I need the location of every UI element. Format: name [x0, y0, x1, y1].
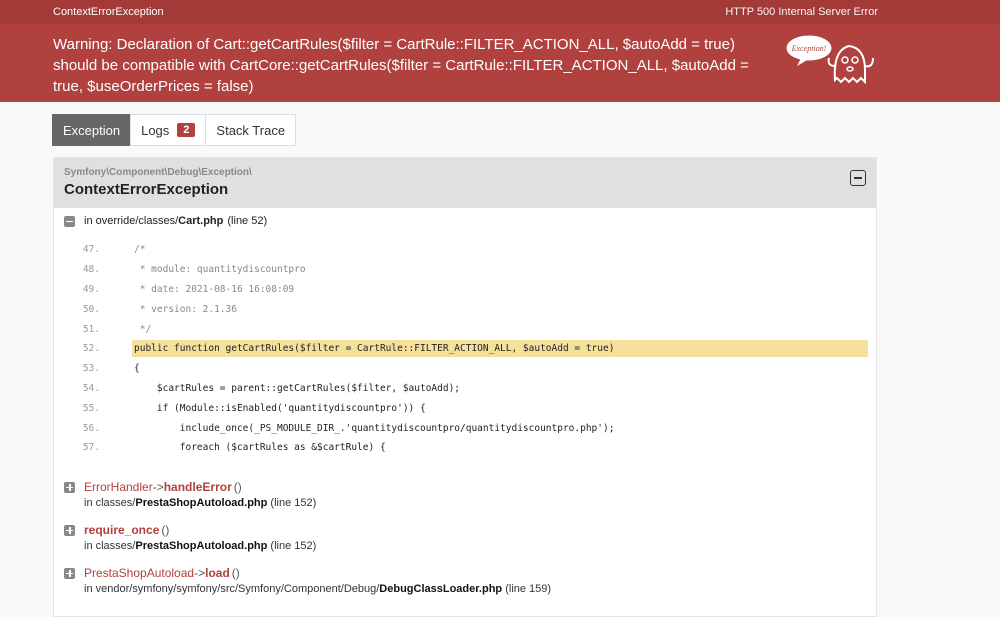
code-line: 53. {: [54, 359, 876, 379]
collapse-code-icon[interactable]: [64, 215, 75, 227]
code-text: include_once(_PS_MODULE_DIR_.'quantitydi…: [134, 422, 615, 434]
expand-trace-icon[interactable]: [64, 524, 75, 536]
line-number: 49.: [82, 283, 100, 295]
exception-name: ContextErrorException: [53, 6, 164, 18]
code-text: /*: [134, 244, 146, 256]
error-message: Warning: Declaration of Cart::getCartRul…: [53, 36, 749, 95]
trace-function: load: [205, 566, 230, 580]
tab-exception[interactable]: Exception: [52, 114, 132, 146]
code-line: 50. * version: 2.1.36: [54, 299, 876, 319]
code-text: $cartRules = parent::getCartRules($filte…: [134, 382, 461, 394]
tab-logs-label: Logs: [141, 122, 170, 138]
collapse-toggle-button[interactable]: [850, 170, 866, 186]
trace-item: PrestaShopAutoload -> load () in vendor/…: [64, 566, 551, 595]
trace-file: in classes/PrestaShopAutoload.php (line …: [84, 497, 316, 509]
code-line: 54. $cartRules = parent::getCartRules($f…: [54, 379, 876, 399]
location-file: Cart.php: [178, 215, 224, 227]
trace-function: require_once: [84, 523, 160, 537]
trace-class: PrestaShopAutoload: [84, 566, 195, 580]
trace-arrow: ->: [194, 566, 206, 580]
trace-item: require_once () in classes/PrestaShopAut…: [64, 523, 316, 552]
line-number: 51.: [82, 323, 100, 335]
line-number: 48.: [82, 264, 100, 276]
trace-file-name: PrestaShopAutoload.php: [135, 540, 268, 552]
trace-file-name: PrestaShopAutoload.php: [135, 497, 268, 509]
trace-file-name: DebugClassLoader.php: [379, 583, 503, 595]
code-text: * version: 2.1.36: [134, 303, 237, 315]
code-line: 47. /*: [54, 240, 876, 260]
http-status: HTTP 500 Internal Server Error: [725, 6, 878, 18]
code-line: 56. include_once(_PS_MODULE_DIR_.'quanti…: [54, 418, 876, 438]
tab-stack-trace[interactable]: Stack Trace: [205, 114, 297, 146]
code-text: * date: 2021-08-16 16:08:09: [134, 283, 295, 295]
exception-ghost-icon: Exception!: [786, 35, 874, 85]
trace-file-prefix: in classes/: [84, 540, 136, 552]
error-header: ContextErrorException HTTP 500 Internal …: [0, 0, 1000, 102]
exception-namespace: Symfony\Component\Debug\Exception\: [64, 167, 252, 178]
line-number: 50.: [82, 303, 100, 315]
trace-function: handleError: [163, 480, 232, 494]
line-number: 56.: [82, 422, 100, 434]
line-number: 57.: [82, 442, 100, 454]
trace-file-line: (line 152): [270, 540, 317, 552]
line-number: 47.: [82, 244, 100, 256]
trace-arrow: ->: [152, 480, 164, 494]
exception-location: in override/classes/Cart.php (line 52): [64, 215, 267, 227]
code-line: 57. foreach ($cartRules as &$cartRule) {: [54, 438, 876, 458]
exception-panel: Symfony\Component\Debug\Exception\ Conte…: [53, 157, 877, 617]
code-line: 48. * module: quantitydiscountpro: [54, 260, 876, 280]
code-text: if (Module::isEnabled('quantitydiscountp…: [134, 402, 426, 414]
trace-parens: (): [161, 523, 170, 537]
code-text: */: [134, 323, 152, 335]
tab-exception-label: Exception: [63, 122, 121, 138]
expand-trace-icon[interactable]: [64, 481, 75, 493]
code-text: foreach ($cartRules as &$cartRule) {: [134, 442, 386, 454]
line-number: 52.: [82, 343, 100, 355]
line-number: 55.: [82, 402, 100, 414]
line-number: 53.: [82, 363, 100, 375]
tab-logs[interactable]: Logs 2: [130, 114, 207, 146]
ghost-speech-text: Exception!: [791, 44, 827, 53]
trace-file-line: (line 152): [270, 497, 317, 509]
trace-class: ErrorHandler: [84, 480, 153, 494]
exception-heading: Symfony\Component\Debug\Exception\ Conte…: [54, 158, 876, 208]
header-bar: ContextErrorException HTTP 500 Internal …: [0, 0, 1000, 24]
logs-count-badge: 2: [177, 123, 196, 137]
trace-parens: (): [233, 480, 242, 494]
trace-item: ErrorHandler -> handleError () in classe…: [64, 480, 316, 509]
code-snippet: 47./* 48. * module: quantitydiscountpro …: [54, 240, 876, 458]
code-line: 51. */: [54, 319, 876, 339]
code-text: {: [134, 363, 140, 375]
code-line: 55. if (Module::isEnabled('quantitydisco…: [54, 398, 876, 418]
trace-file-prefix: in classes/: [84, 497, 136, 509]
tab-stack-trace-label: Stack Trace: [216, 122, 286, 138]
trace-file: in vendor/symfony/symfony/src/Symfony/Co…: [84, 583, 551, 595]
line-number: 54.: [82, 382, 100, 394]
trace-file: in classes/PrestaShopAutoload.php (line …: [84, 540, 316, 552]
code-text: public function getCartRules($filter = C…: [132, 340, 868, 358]
trace-file-line: (line 159): [505, 583, 552, 595]
location-line: (line 52): [227, 215, 268, 227]
code-line: 49. * date: 2021-08-16 16:08:09: [54, 280, 876, 300]
code-line-highlighted: 52. public function getCartRules($filter …: [54, 339, 876, 359]
exception-class: ContextErrorException: [64, 181, 229, 198]
tab-bar: Exception Logs 2 Stack Trace: [52, 114, 297, 146]
trace-parens: (): [231, 566, 240, 580]
code-text: * module: quantitydiscountpro: [134, 264, 306, 276]
trace-file-prefix: in vendor/symfony/symfony/src/Symfony/Co…: [84, 583, 380, 595]
location-prefix: in override/classes/: [84, 215, 179, 227]
expand-trace-icon[interactable]: [64, 567, 75, 579]
